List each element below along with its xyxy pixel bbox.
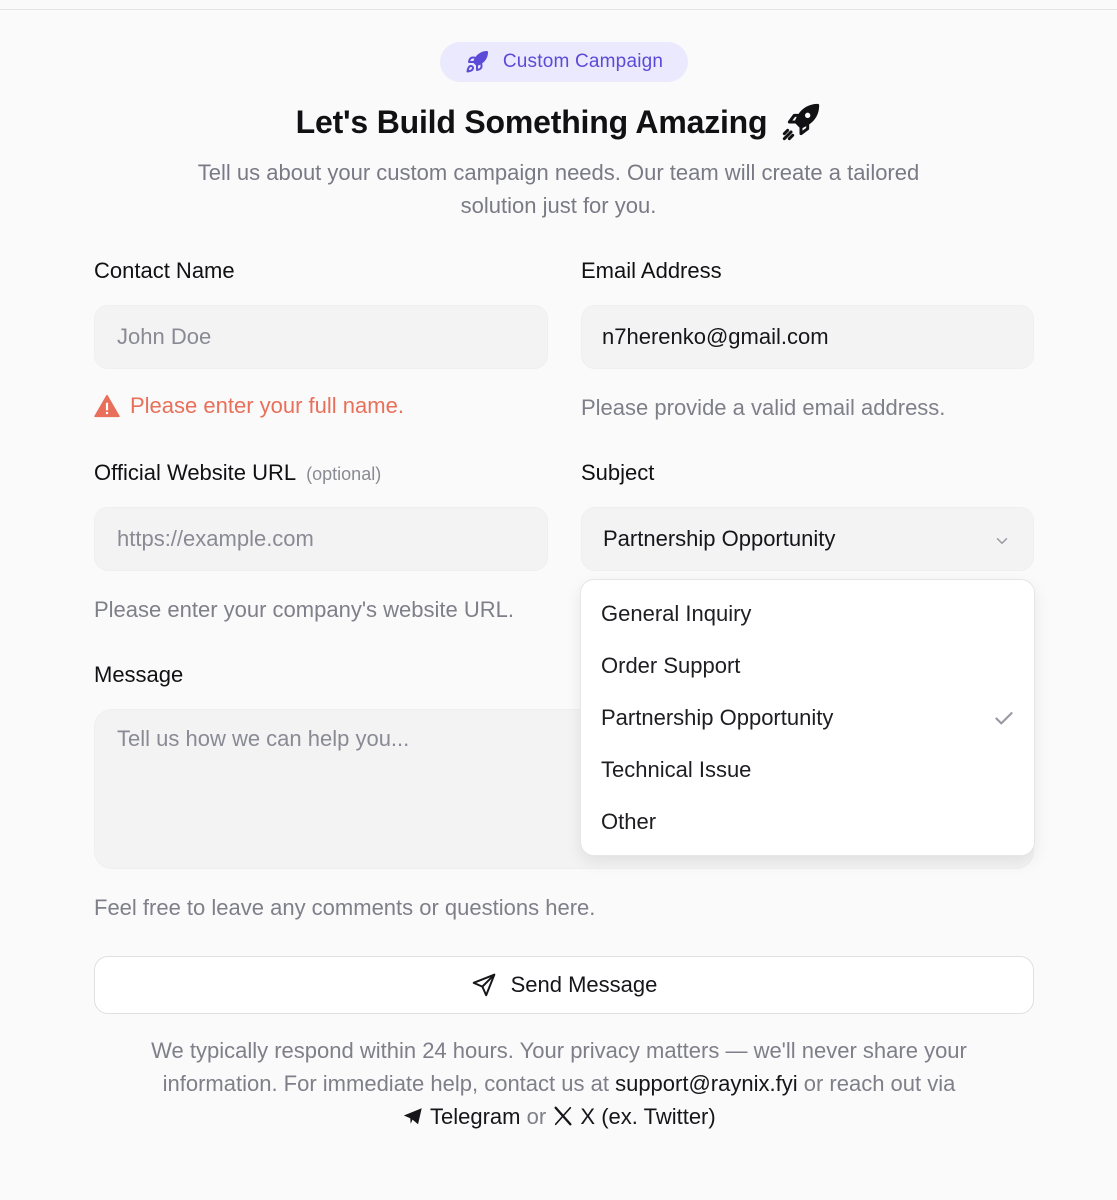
message-label: Message (94, 662, 184, 687)
footer-note: We typically respond within 24 hours. Yo… (110, 1034, 1008, 1133)
x-logo-icon (554, 1106, 572, 1126)
subject-option-general-inquiry[interactable]: General Inquiry (601, 601, 751, 627)
telegram-link[interactable]: Telegram (402, 1104, 520, 1129)
subject-label: Subject (581, 460, 655, 485)
send-message-label: Send Message (510, 972, 658, 997)
website-placeholder: https://example.com (117, 526, 314, 551)
contact-name-label: Contact Name (94, 258, 235, 283)
check-icon (995, 712, 1013, 725)
warning-icon (94, 394, 120, 418)
telegram-icon (404, 1108, 422, 1125)
email-input[interactable]: n7herenko@gmail.com (581, 305, 1034, 369)
send-message-button[interactable]: Send Message (94, 956, 1034, 1014)
website-input[interactable]: https://example.com (94, 507, 548, 571)
contact-name-input[interactable]: John Doe (94, 305, 548, 369)
email-value: n7herenko@gmail.com (602, 324, 829, 349)
badge-label: Custom Campaign (502, 51, 664, 72)
footer-text-2: or reach out via (803, 1071, 956, 1096)
page-title: Let's Build Something Amazing (0, 102, 1117, 142)
subject-option-order-support[interactable]: Order Support (601, 653, 740, 679)
contact-name-placeholder: John Doe (117, 324, 212, 349)
chevron-down-icon (996, 538, 1008, 544)
page-subtitle: Tell us about your custom campaign needs… (197, 160, 920, 218)
twitter-label: X (ex. Twitter) (580, 1104, 716, 1129)
subject-dropdown-menu: General Inquiry Order Support Partnershi… (580, 579, 1035, 856)
custom-campaign-badge: Custom Campaign (440, 42, 688, 82)
contact-name-error: Please enter your full name. (94, 393, 404, 419)
website-label: Official Website URL (optional) (94, 460, 381, 486)
email-label: Email Address (581, 258, 722, 283)
website-label-text: Official Website URL (94, 460, 297, 485)
support-email-link[interactable]: support@raynix.fyi (615, 1071, 798, 1096)
top-divider (0, 9, 1117, 10)
send-icon (472, 973, 495, 997)
subject-option-other[interactable]: Other (601, 809, 656, 835)
optional-tag: (optional) (306, 464, 382, 484)
subject-option-technical-issue[interactable]: Technical Issue (601, 757, 751, 783)
rocket-icon (466, 50, 488, 73)
website-help: Please enter your company's website URL. (94, 597, 514, 622)
message-help: Feel free to leave any comments or quest… (94, 895, 596, 920)
rocket-icon (783, 103, 820, 141)
page-title-text: Let's Build Something Amazing (295, 103, 768, 140)
subject-option-partnership-opportunity[interactable]: Partnership Opportunity (601, 705, 833, 731)
contact-name-error-text: Please enter your full name. (130, 393, 404, 418)
twitter-link[interactable]: X (ex. Twitter) (552, 1104, 716, 1129)
telegram-label: Telegram (430, 1104, 521, 1129)
footer-or: or (526, 1104, 547, 1129)
subject-select[interactable]: Partnership Opportunity (581, 507, 1034, 571)
subject-selected-value: Partnership Opportunity (603, 526, 836, 551)
email-help: Please provide a valid email address. (581, 395, 946, 420)
message-placeholder: Tell us how we can help you... (117, 726, 410, 751)
